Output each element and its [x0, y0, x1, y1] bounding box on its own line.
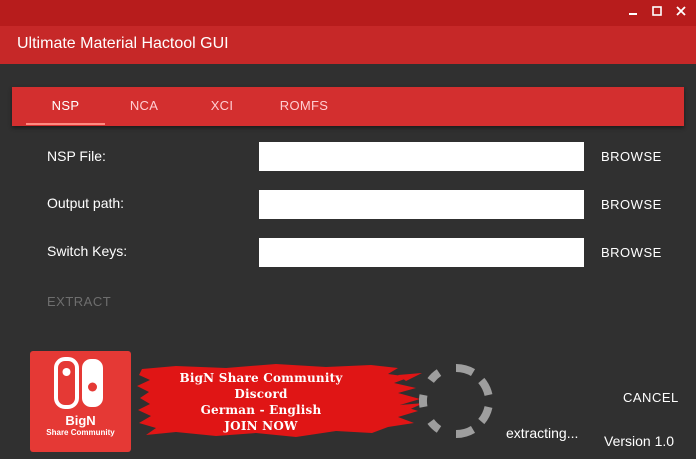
switch-keys-label: Switch Keys: — [47, 243, 128, 259]
tab-active-indicator — [26, 123, 105, 125]
output-path-input[interactable] — [259, 190, 584, 219]
ad-line-discord: Discord — [234, 387, 288, 401]
tab-nsp[interactable]: NSP — [26, 87, 105, 126]
tab-bar: NSP NCA XCI ROMFS — [12, 87, 684, 126]
output-path-label: Output path: — [47, 195, 125, 211]
app-title: Ultimate Material Hactool GUI — [17, 35, 229, 52]
browse-output-path-button[interactable]: BROWSE — [601, 197, 662, 212]
tab-xci[interactable]: XCI — [198, 87, 246, 126]
loading-spinner-icon — [419, 364, 493, 438]
bign-logo: BigN Share Community — [30, 351, 131, 452]
tab-romfs[interactable]: ROMFS — [270, 87, 338, 126]
switch-keys-input[interactable] — [259, 238, 584, 267]
browse-switch-keys-button[interactable]: BROWSE — [601, 245, 662, 260]
ad-line-languages: German - English — [200, 403, 322, 417]
logo-subtitle: Share Community — [46, 428, 115, 437]
tab-nca[interactable]: NCA — [115, 87, 173, 126]
window-titlebar[interactable] — [0, 0, 696, 26]
window-controls — [626, 4, 688, 18]
nsp-file-input[interactable] — [259, 142, 584, 171]
nsp-file-label: NSP File: — [47, 148, 106, 164]
extract-button[interactable]: EXTRACT — [47, 294, 111, 309]
version-label: Version 1.0 — [604, 433, 675, 449]
logo-title: BigN — [65, 413, 96, 428]
minimize-icon[interactable] — [626, 4, 640, 18]
ad-line-join: JOIN NOW — [224, 419, 298, 433]
app-bar: Ultimate Material Hactool GUI — [0, 26, 696, 64]
maximize-icon[interactable] — [650, 4, 664, 18]
close-icon[interactable] — [674, 4, 688, 18]
browse-nsp-file-button[interactable]: BROWSE — [601, 149, 662, 164]
status-text: extracting... — [506, 425, 579, 441]
switch-console-icon — [54, 357, 103, 409]
cancel-button[interactable]: CANCEL — [623, 390, 679, 405]
ad-line-community: BigN Share Community — [179, 371, 343, 385]
